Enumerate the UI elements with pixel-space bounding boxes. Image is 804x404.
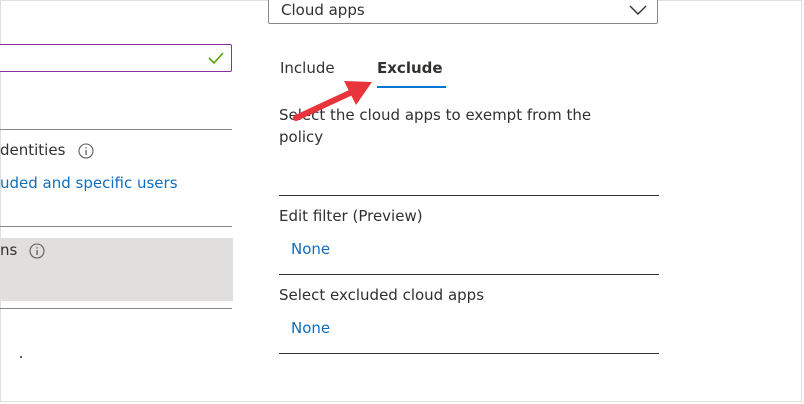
right-divider-1 (279, 195, 659, 196)
left-divider-1 (0, 129, 232, 130)
check-icon (208, 52, 224, 65)
tab-exclude[interactable]: Exclude (377, 59, 443, 77)
left-divider-3 (0, 308, 232, 309)
edit-filter-label: Edit filter (Preview) (279, 207, 423, 225)
excluded-apps-label: Select excluded cloud apps (279, 286, 485, 304)
active-tab-indicator (377, 86, 446, 88)
policy-name-input[interactable] (0, 44, 232, 72)
annotation-arrow (293, 81, 372, 121)
chevron-down-icon (629, 5, 647, 15)
identities-label: dentities (0, 141, 66, 159)
cloud-apps-dropdown[interactable]: Cloud apps (268, 0, 658, 24)
right-divider-3 (279, 353, 659, 354)
conditions-label: ns (0, 241, 18, 259)
info-icon[interactable] (78, 143, 94, 159)
right-divider-2 (279, 274, 659, 275)
info-icon[interactable] (29, 243, 45, 259)
dot-mark (20, 356, 22, 358)
dropdown-value: Cloud apps (281, 1, 365, 19)
excluded-apps-link[interactable]: None (291, 319, 330, 337)
users-link[interactable]: uded and specific users (0, 174, 178, 192)
left-divider-2 (0, 226, 232, 227)
edit-filter-link[interactable]: None (291, 240, 330, 258)
